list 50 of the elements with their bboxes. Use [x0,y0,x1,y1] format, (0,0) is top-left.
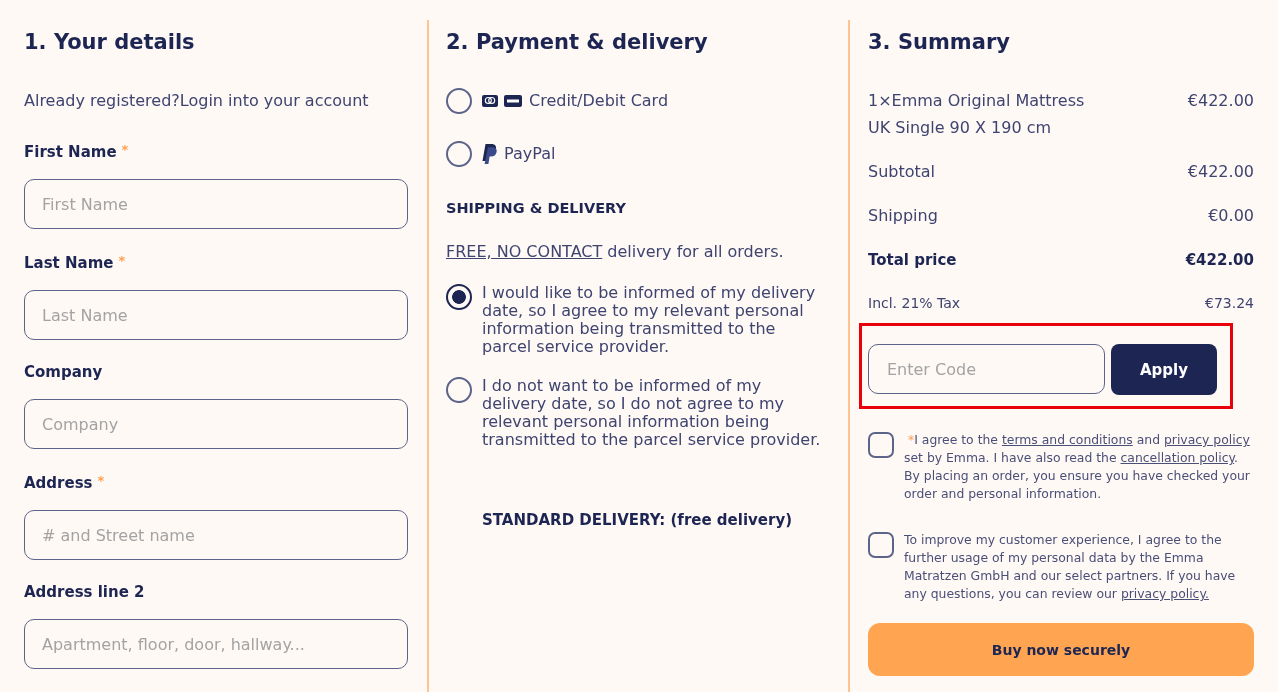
payment-method-label: Credit/Debit Card [529,91,669,111]
field-label: Last Name $^{*}$ [24,252,127,273]
apply-button[interactable]: Apply [1111,344,1217,395]
consent-text: To improve my customer experience, I agree to the further usage of my personal data by the Emma Matratzen GmbH and our select partners. If you have any questions, you can review our privacy policy. [904,531,1237,603]
summary-label: Shipping [868,206,938,226]
product-price: €422.00 [1187,91,1254,111]
section-heading: 3. Summary [868,29,1011,56]
text-link[interactable]: privacy policy [1163,432,1250,447]
consent-text: *I agree to the terms and conditions and privacy policy set by Emma. I have also read the cancellation policy. By placing an order, you ensure you have checked your order and personal information. [904,431,1251,503]
text-input[interactable]: # and Street name [24,510,408,560]
delivery-note: FREE, NO CONTACT delivery for all orders. [446,242,785,262]
text-input[interactable]: Company [24,399,408,449]
checkbox[interactable] [868,532,894,558]
product-variant: UK Single 90 X 190 cm [868,118,1053,138]
product-name: 1×Emma Original Mattress [868,91,1086,111]
summary-label: Total price [868,250,957,270]
radio-button[interactable] [446,141,472,167]
field-label: Address line 2 [24,582,146,602]
card-icon [504,95,522,107]
checkbox[interactable] [868,432,894,458]
coupon-input[interactable]: Enter Code [868,344,1105,394]
payment-method-label: PayPal [504,144,556,164]
field-label: Address $^{*}$ [24,472,106,493]
option-text: I do not want to be informed of my delivery date, so I do not agree to my relevant personal information being transmitted to the parcel service provider. [482,377,822,449]
text-input[interactable]: Last Name [24,290,408,340]
option-text: I would like to be informed of my delivery date, so I agree to my relevant personal information being transmitted to the parcel service provider. [482,284,817,356]
delivery-method: STANDARD DELIVERY: (free delivery) [482,510,794,530]
buy-button[interactable]: Buy now securely [868,623,1254,676]
text-link[interactable]: FREE, NO CONTACT [446,242,603,261]
radio-button[interactable] [446,88,472,114]
text-link[interactable]: terms and conditions [1001,432,1133,447]
text-link[interactable]: privacy policy. [1120,586,1209,601]
field-label: Company [24,362,104,382]
login-prompt: Already registered?Login into your account [24,91,370,111]
section-heading: 1. Your details [24,29,196,56]
summary-label: Subtotal [868,162,936,182]
field-label: First Name $^{*}$ [24,141,130,162]
text-input[interactable]: First Name [24,179,408,229]
summary-value: €73.24 [1205,294,1254,313]
summary-value: €0.00 [1208,206,1254,226]
section-heading: 2. Payment & delivery [446,29,709,56]
summary-value: €422.00 [1185,250,1254,270]
summary-value: €422.00 [1187,162,1254,182]
radio-button[interactable] [446,377,472,403]
radio-button[interactable] [446,284,472,310]
section-subheading: SHIPPING & DELIVERY [446,199,627,218]
card-circles-icon [482,95,498,107]
text-input[interactable]: Apartment, floor, door, hallway... [24,619,408,669]
summary-label: Incl. 21% Tax [868,294,961,313]
p-logo-icon [482,144,497,164]
